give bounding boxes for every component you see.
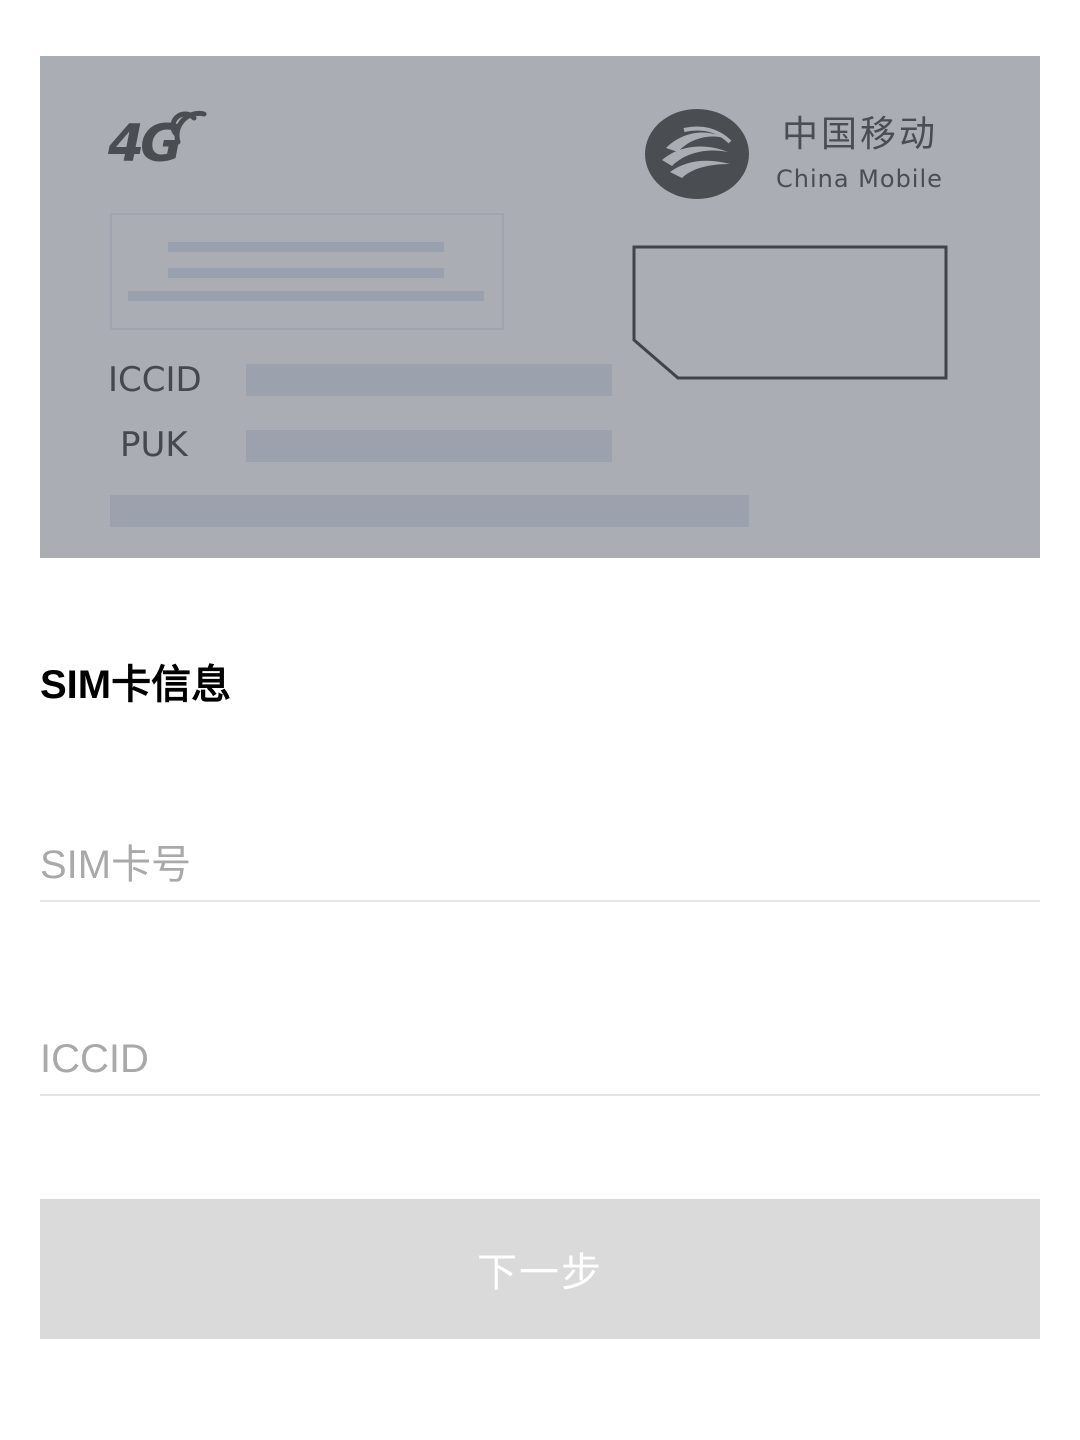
card-label-area [110,213,504,330]
sim-number-field [40,830,1040,902]
label-line [128,291,484,301]
brand-name-en: China Mobile [776,165,943,193]
label-line [168,242,444,252]
section-title: SIM卡信息 [40,663,232,707]
sim-chip-icon [632,245,948,380]
brand-name-cn: 中国移动 [782,114,939,155]
china-mobile-logo-icon [645,109,749,199]
signal-waves-icon [170,110,207,145]
label-line [168,268,444,278]
card-iccid-value-bar [246,364,612,396]
sim-number-input[interactable] [40,830,1040,900]
card-iccid-label: ICCID [108,360,202,400]
iccid-field [40,1024,1040,1096]
iccid-input[interactable] [40,1024,1040,1094]
card-puk-label: PUK [120,425,188,465]
network-4g-icon: 4G [108,108,218,180]
card-puk-value-bar [246,430,612,462]
sim-card-illustration: 4G 中国移动 China Mobile ICCID PUK [40,56,1040,558]
card-bottom-bar [110,495,749,527]
next-button[interactable]: 下一步 [40,1199,1040,1339]
